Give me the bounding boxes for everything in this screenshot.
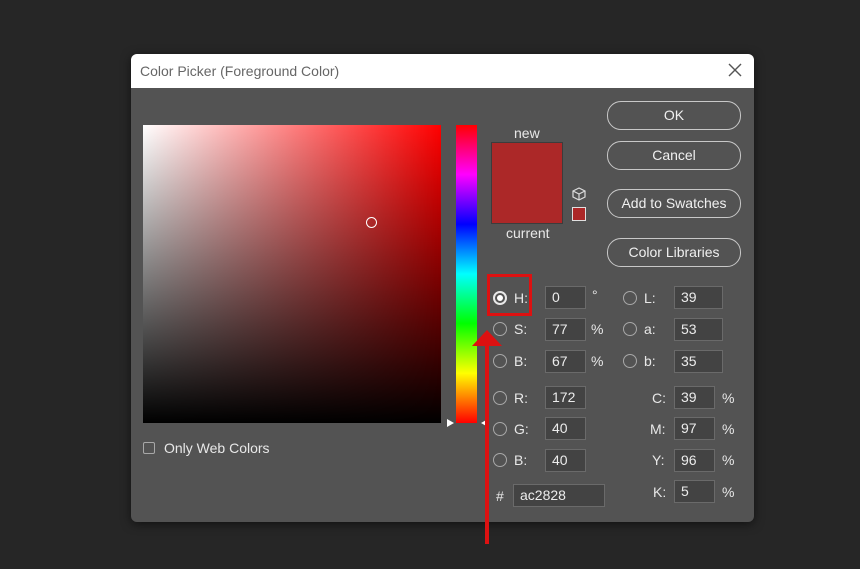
- hue-input[interactable]: 0: [545, 286, 586, 309]
- web-safe-color-swatch[interactable]: [572, 207, 586, 221]
- color-libraries-button[interactable]: Color Libraries: [607, 238, 741, 267]
- cyan-label: C:: [652, 390, 666, 406]
- close-icon[interactable]: [726, 61, 744, 79]
- magenta-unit: %: [722, 421, 735, 437]
- color-picker-dialog: Color Picker (Foreground Color) Only Web…: [131, 54, 754, 522]
- dialog-title: Color Picker (Foreground Color): [140, 63, 340, 79]
- blue-input[interactable]: 40: [545, 449, 586, 472]
- radio-lab-b[interactable]: [623, 354, 637, 368]
- hue-slider[interactable]: [456, 125, 477, 423]
- brightness-unit: %: [591, 353, 604, 369]
- magenta-label: M:: [650, 421, 666, 437]
- radio-lightness[interactable]: [623, 291, 637, 305]
- ok-button[interactable]: OK: [607, 101, 741, 130]
- web-safe-cube-icon[interactable]: [572, 187, 586, 201]
- hue-unit: °: [592, 287, 598, 303]
- hue-label: H:: [514, 290, 528, 306]
- new-color-swatch: [492, 143, 562, 183]
- cancel-button[interactable]: Cancel: [607, 141, 741, 170]
- only-web-colors-label: Only Web Colors: [164, 440, 270, 456]
- lab-b-input[interactable]: 35: [674, 350, 723, 373]
- radio-red[interactable]: [493, 391, 507, 405]
- magenta-input[interactable]: 97: [674, 417, 715, 440]
- hex-input[interactable]: ac2828: [513, 484, 605, 507]
- brightness-label: B:: [514, 353, 528, 369]
- lab-a-input[interactable]: 53: [674, 318, 723, 341]
- yellow-input[interactable]: 96: [674, 449, 715, 472]
- lab-b-label: b:: [644, 353, 656, 369]
- brightness-input[interactable]: 67: [545, 350, 586, 373]
- color-field-cursor[interactable]: [366, 217, 377, 228]
- saturation-unit: %: [591, 321, 604, 337]
- lab-a-label: a:: [644, 321, 656, 337]
- hue-slider-handle-left[interactable]: [447, 419, 454, 427]
- blue-label: B:: [514, 452, 528, 468]
- hex-label: #: [496, 488, 504, 504]
- lightness-label: L:: [644, 290, 656, 306]
- cyan-input[interactable]: 39: [674, 386, 715, 409]
- only-web-colors-checkbox[interactable]: Only Web Colors: [143, 439, 270, 457]
- current-color-label: current: [506, 225, 550, 241]
- radio-brightness[interactable]: [493, 354, 507, 368]
- radio-blue[interactable]: [493, 453, 507, 467]
- radio-hue[interactable]: [493, 291, 507, 305]
- green-label: G:: [514, 421, 529, 437]
- black-unit: %: [722, 484, 735, 500]
- black-input[interactable]: 5: [674, 480, 715, 503]
- saturation-label: S:: [514, 321, 528, 337]
- green-input[interactable]: 40: [545, 417, 586, 440]
- add-to-swatches-button[interactable]: Add to Swatches: [607, 189, 741, 218]
- annotation-arrow-shaft: [485, 342, 489, 544]
- radio-green[interactable]: [493, 422, 507, 436]
- saturation-brightness-field[interactable]: [143, 125, 441, 423]
- saturation-input[interactable]: 77: [545, 318, 586, 341]
- yellow-label: Y:: [652, 452, 665, 468]
- red-label: R:: [514, 390, 528, 406]
- checkbox-box[interactable]: [143, 442, 155, 454]
- black-label: K:: [653, 484, 667, 500]
- new-color-label: new: [514, 125, 540, 141]
- red-input[interactable]: 172: [545, 386, 586, 409]
- lightness-input[interactable]: 39: [674, 286, 723, 309]
- yellow-unit: %: [722, 452, 735, 468]
- cyan-unit: %: [722, 390, 735, 406]
- radio-lab-a[interactable]: [623, 322, 637, 336]
- dialog-titlebar: Color Picker (Foreground Color): [131, 54, 754, 88]
- current-color-swatch[interactable]: [492, 183, 562, 223]
